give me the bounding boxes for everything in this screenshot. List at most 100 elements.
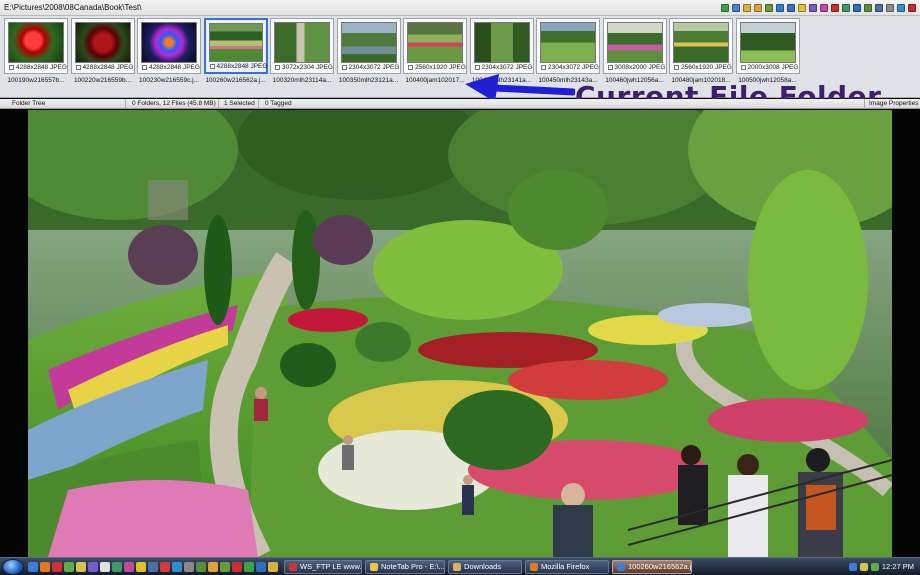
quick-launch-icon[interactable] [268,561,278,572]
tag-checkbox[interactable] [341,65,347,70]
quick-launch-icon[interactable] [124,561,134,572]
close-icon[interactable] [908,3,916,12]
tag-checkbox[interactable] [75,65,81,70]
quick-launch-icon[interactable] [28,561,38,572]
thumbnail-item[interactable]: 4288x2848 JPEG 100220w216559b... [70,18,135,94]
quick-launch-icon[interactable] [232,561,242,572]
thumbnail-frame: 4288x2848 JPEG [203,18,268,74]
move-icon[interactable] [765,3,773,12]
quick-launch-icon[interactable] [52,561,62,572]
folder-tree-label[interactable]: Folder Tree [12,100,45,107]
thumbnail-dimensions: 4288x2848 JPEG [142,64,200,71]
thumbnail-frame: 2304x3072 JPEG [536,18,600,74]
quick-launch-icon[interactable] [256,561,266,572]
folder-path[interactable]: E:\Pictures\2008\08Canada\Book\Test\ [0,3,721,12]
quick-launch-icon[interactable] [244,561,254,572]
thumbnail-dimensions: 2304x3072 JPEG [474,64,532,71]
thumbnail-dims-text: 4288x2848 JPEG [149,64,200,71]
thumbnail-item[interactable]: 3072x2304 JPEG 100320mlh23114a... [270,18,334,94]
star-icon[interactable] [798,3,806,12]
tag-checkbox[interactable] [674,65,679,70]
tag-checkbox[interactable] [607,65,613,70]
search-icon[interactable] [787,3,795,12]
tag-checkbox[interactable] [740,65,746,70]
quick-launch-icon[interactable] [172,561,182,572]
thumbnail-dimensions: 3008x2000 JPEG [607,64,665,71]
taskbar-button[interactable]: Downloads [448,559,522,574]
network-icon[interactable] [848,562,857,571]
copy-icon[interactable] [754,3,762,12]
tag-checkbox[interactable] [142,65,147,70]
quick-launch-icon[interactable] [64,561,74,572]
slideshow-icon[interactable] [853,3,861,12]
clock[interactable]: 12:27 PM [882,562,914,571]
thumbnail-image [208,23,263,62]
quick-launch-icon[interactable] [100,561,110,572]
tag-checkbox[interactable] [275,65,280,70]
thumbnail-dimensions: 4288x2848 JPEG [75,64,133,71]
thumbnail-dimensions: 2560x1920 JPEG [408,64,466,71]
thumbnail-image [473,22,530,63]
thumbnail-dims-text: 2560x1920 JPEG [415,64,466,71]
toolbar [721,3,920,12]
tag-checkbox[interactable] [9,65,14,70]
info-icon[interactable] [897,3,905,12]
taskbar-button[interactable]: NoteTab Pro - E:\... [365,559,445,574]
thumbnail-filename: 100230w216559c.j... [139,77,199,84]
tag-checkbox[interactable] [541,65,546,70]
zoom-icon[interactable] [864,3,872,12]
thumbnail-item[interactable]: 4288x2848 JPEG 100230w216559c.j... [137,18,201,94]
image-properties-label[interactable]: Image Properties [869,100,919,107]
grid-icon[interactable] [875,3,883,12]
taskbar-button[interactable]: WS_FTP LE www.i... [284,559,362,574]
tag-checkbox[interactable] [408,65,413,70]
tag-checkbox[interactable] [209,64,215,69]
rename-icon[interactable] [776,3,784,12]
rotate-icon[interactable] [842,3,850,12]
path-bar: E:\Pictures\2008\08Canada\Book\Test\ [0,0,920,16]
color-icon[interactable] [820,3,828,12]
thumbnail-item[interactable]: 2304x3072 JPEG 100350mlh23121a... [336,18,401,94]
thumbnail-filename: 100320mlh23114a... [272,77,332,84]
volume-icon[interactable] [859,562,868,571]
thumbnail-image [141,22,197,63]
windows-taskbar: WS_FTP LE www.i... NoteTab Pro - E:\... Do… [0,557,920,575]
edit-icon[interactable] [732,3,740,12]
quick-launch-icon[interactable] [148,561,158,572]
quick-launch-icon[interactable] [220,561,230,572]
taskbar-button[interactable]: 100260w216562a.j... [612,559,692,574]
tag-icon[interactable] [809,3,817,12]
quick-launch-icon[interactable] [40,561,50,572]
delete-icon[interactable] [831,3,839,12]
thumbnail-image [274,22,330,63]
thumbnail-dims-text: 4288x2848 JPEG [16,64,67,71]
thumbnail-frame: 2304x3072 JPEG [469,18,534,74]
start-button[interactable] [2,558,24,575]
security-icon[interactable] [870,562,879,571]
thumbnail-image [673,22,729,63]
quick-launch-icon[interactable] [76,561,86,572]
quick-launch-icon[interactable] [184,561,194,572]
thumbnail-dimensions: 4288x2848 JPEG [9,64,67,71]
thumbnail-item[interactable]: 4288x2848 JPEG 100190w216557b... [4,18,68,94]
quick-launch-icon[interactable] [160,561,170,572]
tagged-count-status: 0 Tagged [265,100,292,107]
quick-launch-icon[interactable] [136,561,146,572]
thumbnail-item[interactable]: 4288x2848 JPEG 100260w216562a.j... [203,18,268,94]
quick-launch-icon[interactable] [208,561,218,572]
quick-launch-icon[interactable] [88,561,98,572]
thumbnail-frame: 2560x1920 JPEG [403,18,467,74]
thumbnail-dims-text: 3072x2304 JPEG [282,64,333,71]
taskbar-button[interactable]: Mozilla Firefox [525,559,609,574]
app-icon [530,562,538,571]
main-photo[interactable] [28,110,892,557]
tag-checkbox[interactable] [474,65,480,70]
quick-launch-icon[interactable] [196,561,206,572]
taskbar-button-label: Downloads [464,562,502,571]
folder-icon[interactable] [743,3,751,12]
view-icon[interactable] [721,3,729,12]
thumbnail-frame: 4288x2848 JPEG [70,18,135,74]
properties-icon[interactable] [886,3,894,12]
quick-launch-icon[interactable] [112,561,122,572]
thumbnail-frame: 2560x1920 JPEG [669,18,733,74]
